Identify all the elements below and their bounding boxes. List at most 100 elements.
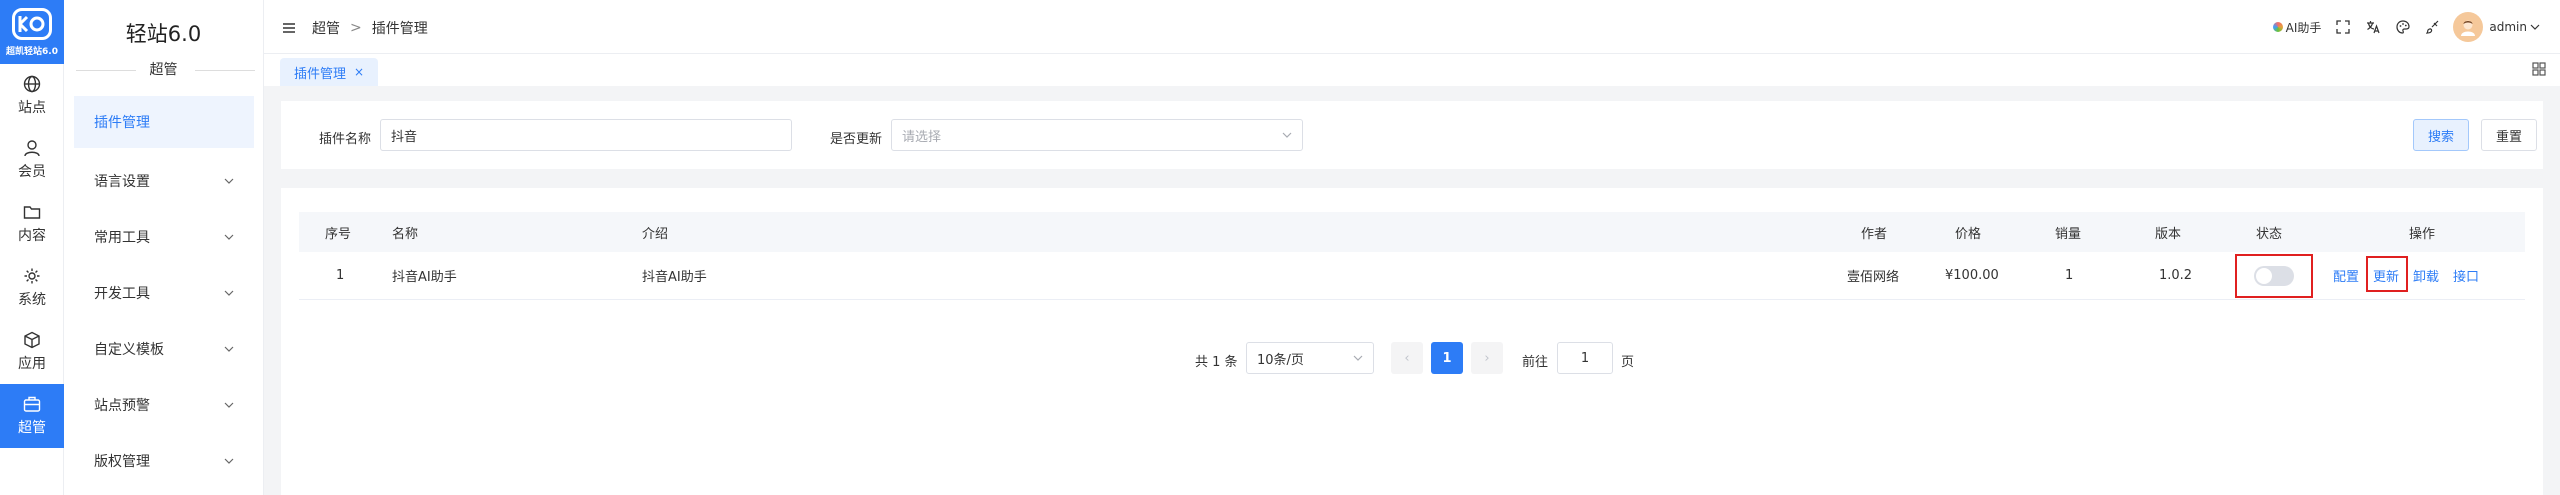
sidebar-item-site-alert[interactable]: 站点预警 <box>74 379 254 431</box>
sidebar-item-label: 开发工具 <box>94 286 150 302</box>
logo-mark-icon <box>12 7 52 40</box>
translate-icon[interactable] <box>2365 19 2381 35</box>
reset-button[interactable]: 重置 <box>2481 119 2537 151</box>
breadcrumb-item[interactable]: 超管 <box>312 18 340 38</box>
cell-actions: 配置 更新 卸载 接口 <box>2333 252 2523 299</box>
icon-rail: 超凯轻站6.0 站点 会员 内容 系统 应用 超管 <box>0 0 64 495</box>
sidebar-item-language[interactable]: 语言设置 <box>74 155 254 207</box>
update-highlight-box <box>2366 256 2408 292</box>
sidebar-item-label: 插件管理 <box>94 115 150 131</box>
sidebar-subtitle: 超管 <box>64 60 263 80</box>
col-price: 价格 <box>1955 226 1982 242</box>
username[interactable]: admin <box>2489 20 2527 34</box>
sidebar-item-plugin-manage[interactable]: 插件管理 <box>74 96 254 148</box>
chevron-down-icon <box>224 234 234 240</box>
search-button[interactable]: 搜索 <box>2413 119 2469 151</box>
ai-assistant-button[interactable]: AI助手 <box>2272 19 2322 36</box>
brand-name: 超凯轻站6.0 <box>6 46 58 57</box>
sidebar-item-label: 语言设置 <box>94 174 150 190</box>
col-actions: 操作 <box>2409 226 2436 242</box>
rail-label: 站点 <box>18 100 46 116</box>
breadcrumb-current: 插件管理 <box>371 21 428 37</box>
next-page-button[interactable]: › <box>1471 342 1503 374</box>
breadcrumb-separator: > <box>350 20 362 36</box>
table-row: 1 抖音AI助手 抖音AI助手 壹佰网络 ¥100.00 1 1.0.2 配置 … <box>299 252 2525 300</box>
sidebar-item-label: 常用工具 <box>94 230 150 246</box>
col-author: 作者 <box>1861 226 1888 242</box>
cell-name: 抖音AI助手 <box>392 270 457 285</box>
plugin-name-value: 抖音 <box>391 129 418 145</box>
sidebar-item-tools[interactable]: 常用工具 <box>74 211 254 263</box>
theme-brush-icon[interactable] <box>2425 19 2441 35</box>
chevron-down-icon <box>224 178 234 184</box>
tabs-bar: 插件管理 × <box>264 54 2560 86</box>
avatar[interactable] <box>2453 12 2484 42</box>
sidebar-item-label: 版权管理 <box>94 454 150 470</box>
app-root: 超凯轻站6.0 站点 会员 内容 系统 应用 超管 轻站6.0 超管 插件管理 … <box>0 0 2560 495</box>
grid-menu-icon[interactable] <box>2532 62 2546 76</box>
user-icon <box>24 140 40 157</box>
palette-icon[interactable] <box>2395 19 2411 35</box>
plugin-name-input[interactable]: 抖音 <box>380 119 792 151</box>
tab-label: 插件管理 <box>294 66 347 82</box>
rail-label: 内容 <box>18 228 46 244</box>
sidebar-item-label: 站点预警 <box>94 398 150 414</box>
ai-logo-icon <box>2272 22 2283 32</box>
cell-author: 壹佰网络 <box>1847 270 1900 285</box>
sidebar-item-devtools[interactable]: 开发工具 <box>74 267 254 319</box>
rail-item-app[interactable]: 应用 <box>0 320 64 384</box>
page-size-select[interactable]: 10条/页 <box>1246 342 1374 374</box>
page-size-value: 10条/页 <box>1257 352 1304 368</box>
rail-item-superadmin[interactable]: 超管 <box>0 384 64 448</box>
rail-label: 超管 <box>18 420 46 436</box>
chevron-down-icon <box>224 458 234 464</box>
close-icon[interactable]: × <box>354 65 364 79</box>
cell-intro: 抖音AI助手 <box>642 270 707 285</box>
settings-icon <box>24 268 40 284</box>
sidebar: 轻站6.0 超管 插件管理 语言设置 常用工具 开发工具 自定义模板 站点预警 … <box>64 0 264 495</box>
cube-icon <box>24 331 40 349</box>
col-name: 名称 <box>392 226 419 242</box>
rail-label: 应用 <box>18 356 46 372</box>
rail-item-content[interactable]: 内容 <box>0 192 64 256</box>
breadcrumb: 超管 > 插件管理 <box>282 18 428 38</box>
cell-price: ¥100.00 <box>1945 268 1999 283</box>
rail-item-site[interactable]: 站点 <box>0 64 64 128</box>
sidebar-item-copyright[interactable]: 版权管理 <box>74 435 254 487</box>
goto-label: 前往 <box>1522 355 1549 370</box>
app-logo: 超凯轻站6.0 <box>0 0 64 64</box>
sidebar-item-label: 自定义模板 <box>94 342 164 358</box>
header-toolbar: AI助手 admin <box>2272 12 2540 42</box>
col-sales: 销量 <box>2055 226 2082 242</box>
api-link[interactable]: 接口 <box>2453 266 2479 285</box>
chevron-down-icon <box>1282 132 1292 138</box>
page-number-current[interactable]: 1 <box>1431 342 1463 374</box>
tab-plugin-manage[interactable]: 插件管理 × <box>280 58 379 86</box>
col-intro: 介绍 <box>642 226 669 242</box>
table-header: 序号 名称 介绍 作者 价格 销量 版本 状态 操作 <box>299 212 2525 252</box>
chevron-down-icon[interactable] <box>2530 22 2540 32</box>
page-unit-label: 页 <box>1621 355 1635 370</box>
plugin-table-card: 序号 名称 介绍 作者 价格 销量 版本 状态 操作 1 抖音AI助手 抖音AI… <box>281 188 2543 495</box>
cell-sales: 1 <box>2065 268 2074 283</box>
uninstall-link[interactable]: 卸载 <box>2413 266 2439 285</box>
rail-item-system[interactable]: 系统 <box>0 256 64 320</box>
rail-item-member[interactable]: 会员 <box>0 128 64 192</box>
goto-page-input[interactable]: 1 <box>1557 342 1613 374</box>
folder-icon <box>23 206 41 219</box>
menu-toggle-icon[interactable] <box>282 21 296 35</box>
pagination-total: 共 1 条 <box>1195 355 1238 370</box>
prev-page-button[interactable]: ‹ <box>1391 342 1423 374</box>
fullscreen-icon[interactable] <box>2335 19 2351 35</box>
cell-index: 1 <box>336 268 345 283</box>
rail-label: 系统 <box>18 292 46 308</box>
briefcase-icon <box>23 396 41 412</box>
chevron-down-icon <box>224 290 234 296</box>
is-update-select[interactable]: 请选择 <box>891 119 1303 151</box>
sidebar-item-custom-template[interactable]: 自定义模板 <box>74 323 254 375</box>
is-update-label: 是否更新 <box>830 132 883 147</box>
config-link[interactable]: 配置 <box>2333 266 2359 285</box>
ai-assistant-label: AI助手 <box>2285 20 2322 35</box>
col-version: 版本 <box>2155 226 2182 242</box>
status-highlight-box <box>2235 254 2313 298</box>
